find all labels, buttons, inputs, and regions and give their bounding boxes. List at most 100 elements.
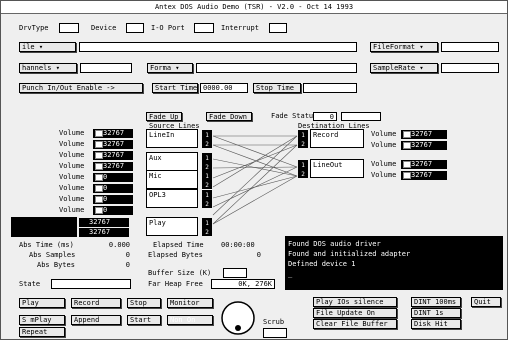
io-port-label: I-O Port	[151, 24, 185, 32]
volume-label: Volume	[59, 206, 85, 214]
volume-spinner-icon[interactable]	[95, 185, 103, 192]
format-field[interactable]: ADPCM1	[196, 63, 357, 73]
file-format-button[interactable]: FileFormat ▾	[370, 42, 438, 52]
log-line: Found and initialized adapter	[288, 250, 411, 258]
volume-label: Volume	[59, 184, 85, 192]
device-field[interactable]: 1	[126, 23, 144, 33]
interrupt-field[interactable]: 0	[269, 23, 287, 33]
quit-button[interactable]: Quit	[471, 297, 501, 307]
elapsed-bytes-label: Elapsed Bytes	[148, 251, 203, 259]
channels-field[interactable]: STEREO	[80, 63, 132, 73]
dint-1s-button[interactable]: DINT 1s	[411, 308, 461, 318]
file-menu-button[interactable]: ile ▾	[19, 42, 76, 52]
elapsed-time-value: 00:00:00	[221, 241, 255, 249]
log-line: Found DOS audio driver	[288, 240, 381, 248]
elapsed-bytes-value: 0	[256, 251, 261, 259]
start-button[interactable]: Start	[127, 315, 161, 325]
destination-lineout[interactable]: LineOut	[310, 159, 364, 178]
volume-label: Volume	[371, 171, 397, 179]
abs-samples-label: Abs Samples	[29, 251, 76, 259]
file-update-button[interactable]: File Update On	[313, 308, 397, 318]
record-button[interactable]: Record	[71, 298, 121, 308]
stop-button[interactable]: Stop	[127, 298, 161, 308]
volume-spinner-icon[interactable]	[403, 131, 411, 138]
volume-spinner-icon[interactable]	[95, 174, 103, 181]
scrub-knob[interactable]	[218, 299, 258, 337]
fade-status-b: 0	[341, 112, 381, 121]
far-heap-value: 0K, 276K	[211, 279, 275, 289]
volume-label: Volume	[59, 129, 85, 137]
dint-100ms-button[interactable]: DINT 100ms	[411, 297, 461, 307]
state-label: State	[19, 280, 41, 288]
volume-spinner-icon[interactable]	[95, 207, 103, 214]
volume-label: Volume	[59, 173, 85, 181]
channels-button[interactable]: hannels ▾	[19, 63, 77, 73]
fade-up-button[interactable]: Fade Up	[146, 112, 182, 121]
sample-rate-field[interactable]: 22050	[441, 63, 499, 73]
fade-status-label: Fade Status	[271, 112, 318, 120]
file-format-field[interactable]: ATX	[441, 42, 499, 52]
punch-enable-button[interactable]: Punch In/Out Enable ->	[19, 83, 143, 93]
volume-label: Volume	[371, 141, 397, 149]
volume-label: Volume	[371, 160, 397, 168]
drv-type-field[interactable]: 10	[59, 23, 79, 33]
file-name-field[interactable]: NONAME.ATX	[79, 42, 357, 52]
bottom-volume-value-1[interactable]: 32767	[79, 218, 129, 227]
play-silence-button[interactable]: Play IOs silence	[313, 297, 397, 307]
bottom-volume-value-2[interactable]: 32767	[79, 228, 129, 237]
stop-time-field[interactable]: 8888.88	[303, 83, 357, 93]
buffer-size-field[interactable]: 32	[223, 268, 247, 278]
state-value: IDLE	[51, 279, 131, 289]
format-button[interactable]: Forma ▾	[147, 63, 193, 73]
volume-label: Volume	[59, 140, 85, 148]
buffer-size-label: Buffer Size (K)	[148, 269, 212, 277]
start-time-field[interactable]: 0000.00	[200, 83, 248, 93]
bottom-volume-label-1: lume	[57, 218, 74, 226]
volume-spinner-icon[interactable]	[95, 196, 103, 203]
source-play[interactable]: Play	[146, 217, 198, 236]
fade-status-a: 0	[313, 112, 337, 121]
drv-type-label: DrvType	[19, 24, 49, 32]
volume-spinner-icon[interactable]	[403, 142, 411, 149]
volume-spinner-icon[interactable]	[95, 152, 103, 159]
source-aux[interactable]: Aux	[146, 152, 198, 171]
patch-lines	[212, 135, 298, 225]
clear-buffer-button[interactable]: Clear File Buffer	[313, 319, 397, 329]
dest-channel-2[interactable]: 2	[298, 169, 308, 178]
elapsed-time-label: Elapsed Time	[153, 241, 204, 249]
dest-channel-1[interactable]: 1	[298, 130, 308, 139]
volume-spinner-icon[interactable]	[403, 161, 411, 168]
volume-label: Volume	[59, 162, 85, 170]
sample-rate-button[interactable]: SampleRate ▾	[370, 63, 438, 73]
scrub-label: Scrub	[263, 318, 285, 326]
abs-time-label: Abs Time (ms)	[19, 241, 74, 249]
repeat-button[interactable]: Repeat	[19, 327, 65, 337]
source-linein[interactable]: LineIn	[146, 129, 198, 148]
abs-bytes-label: Abs Bytes	[37, 261, 75, 269]
volume-spinner-icon[interactable]	[95, 141, 103, 148]
dest-channel-1[interactable]: 1	[298, 160, 308, 169]
non-on-button[interactable]: Non On	[167, 315, 213, 325]
dest-channel-2[interactable]: 2	[298, 139, 308, 148]
window-title: Antex DOS Audio Demo (TSR) - V2.0 - Oct …	[1, 1, 507, 14]
stop-time-button[interactable]: Stop Time	[253, 83, 301, 93]
volume-spinner-icon[interactable]	[95, 163, 103, 170]
message-log: Found DOS audio driver Found and initiali…	[285, 236, 503, 290]
append-button[interactable]: Append	[71, 315, 121, 325]
start-time-button[interactable]: Start Time	[152, 83, 198, 93]
source-opl3[interactable]: OPL3	[146, 189, 198, 208]
io-port-field[interactable]: 300	[194, 23, 214, 33]
disk-hit-button[interactable]: Disk Hit	[411, 319, 461, 329]
monitor-button[interactable]: Monitor	[167, 298, 213, 308]
abs-time-value: 0.000	[108, 241, 130, 249]
volume-spinner-icon[interactable]	[403, 172, 411, 179]
sample-play-button[interactable]: S mPlay	[19, 315, 65, 325]
source-mic[interactable]: Mic	[146, 170, 198, 189]
interrupt-label: Interrupt	[221, 24, 259, 32]
volume-spinner-icon[interactable]	[95, 130, 103, 137]
volume-label: Volume	[59, 195, 85, 203]
play-button[interactable]: Play	[19, 298, 65, 308]
fade-down-button[interactable]: Fade Down	[206, 112, 252, 121]
log-line: _	[288, 270, 293, 278]
destination-record[interactable]: Record	[310, 129, 364, 148]
